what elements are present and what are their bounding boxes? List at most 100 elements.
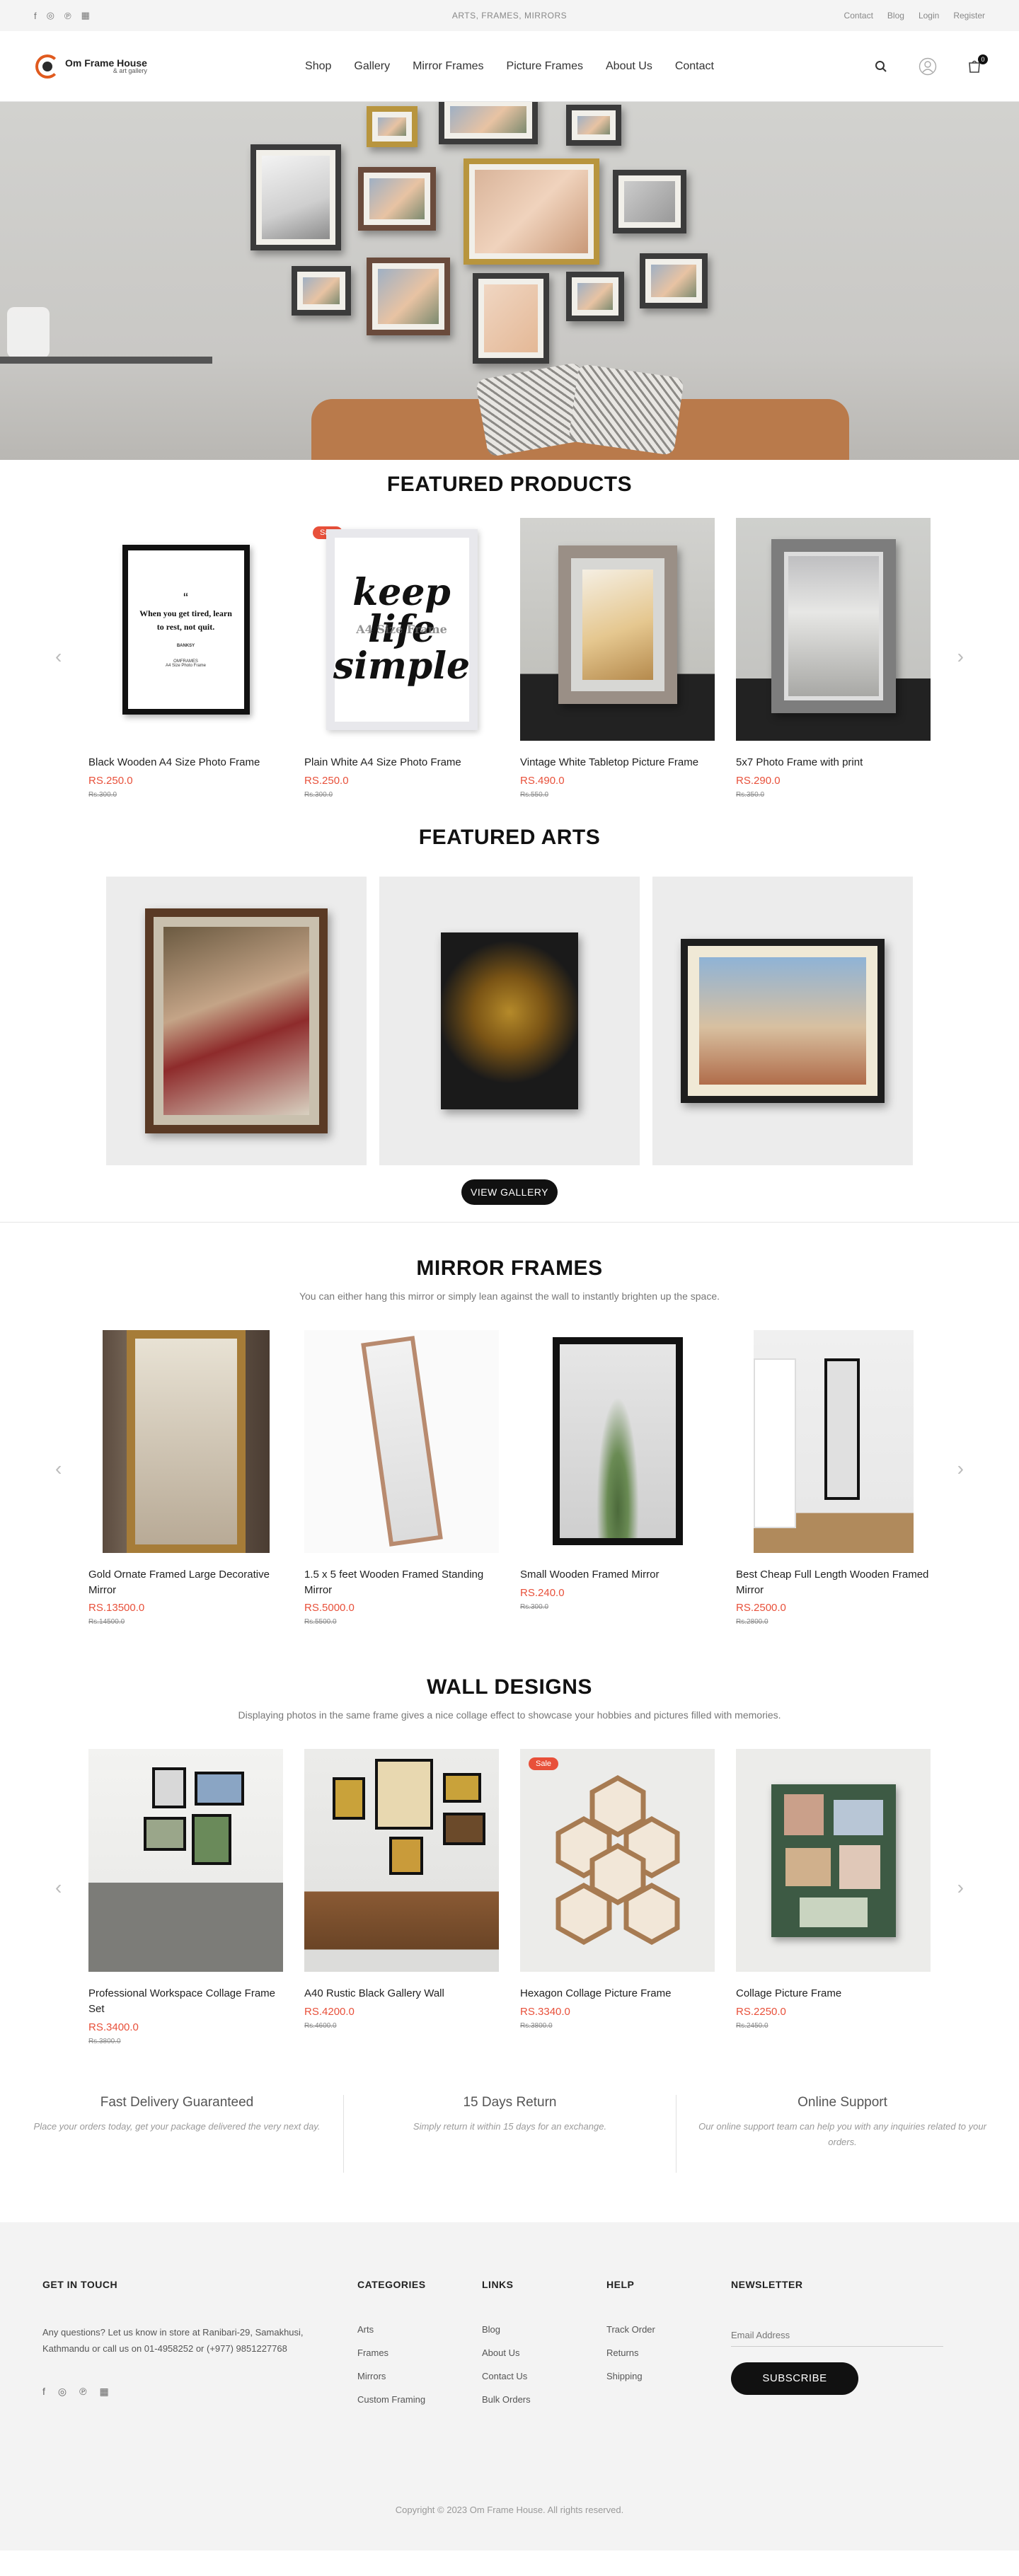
product-name[interactable]: Plain White A4 Size Photo Frame <box>304 755 499 770</box>
product-name[interactable]: Small Wooden Framed Mirror <box>520 1567 715 1583</box>
featured-products-title: FEATURED PRODUCTS <box>386 473 633 496</box>
product-card[interactable]: Collage Picture Frame RS.2250.0 Rs.2450.… <box>736 1749 931 2045</box>
hero-wall-frame <box>358 167 436 231</box>
product-name[interactable]: A40 Rustic Black Gallery Wall <box>304 1986 499 2002</box>
instagram-icon[interactable]: ◎ <box>47 10 54 21</box>
product-name[interactable]: Black Wooden A4 Size Photo Frame <box>88 755 283 770</box>
product-card[interactable]: “ When you get tired, learn to rest, not… <box>88 518 283 799</box>
product-card[interactable]: Sale Hexagon Collage Picture Frame RS.33… <box>520 1749 715 2045</box>
main-nav: Shop Gallery Mirror Frames Picture Frame… <box>305 60 714 73</box>
site-footer: GET IN TOUCH Any questions? Let us know … <box>0 2222 1019 2551</box>
product-image[interactable] <box>304 1329 499 1553</box>
product-name[interactable]: Gold Ornate Framed Large Decorative Mirr… <box>88 1567 283 1598</box>
product-card[interactable]: Gold Ornate Framed Large Decorative Mirr… <box>88 1329 283 1626</box>
product-image[interactable] <box>520 1329 715 1553</box>
subscribe-button[interactable]: SUBSCRIBE <box>731 2362 858 2395</box>
product-image[interactable] <box>88 1749 283 1973</box>
view-gallery-button[interactable]: VIEW GALLERY <box>461 1179 558 1205</box>
product-card[interactable]: 5x7 Photo Frame with print RS.290.0 Rs.3… <box>736 518 931 799</box>
product-name[interactable]: 5x7 Photo Frame with print <box>736 755 931 770</box>
nav-gallery[interactable]: Gallery <box>354 60 390 73</box>
product-image[interactable]: Sale keep life simple A4 Size Frame <box>304 518 499 741</box>
product-name[interactable]: Vintage White Tabletop Picture Frame <box>520 755 715 770</box>
facebook-icon[interactable]: f <box>34 11 37 21</box>
product-card[interactable]: 1.5 x 5 feet Wooden Framed Standing Mirr… <box>304 1329 499 1626</box>
newsletter-email-input[interactable] <box>731 2323 943 2347</box>
product-name[interactable]: Collage Picture Frame <box>736 1986 931 2002</box>
art-card[interactable] <box>652 876 913 1165</box>
product-image[interactable] <box>88 1329 283 1553</box>
feature-title: Fast Delivery Guaranteed <box>100 2094 254 2110</box>
top-link-contact[interactable]: Contact <box>844 11 873 21</box>
product-image[interactable] <box>736 518 931 741</box>
map-icon[interactable]: ▦ <box>99 2386 108 2398</box>
product-name[interactable]: Hexagon Collage Picture Frame <box>520 1986 715 2002</box>
carousel-next-arrow-icon[interactable]: › <box>957 1457 964 1480</box>
footer-link-about-us[interactable]: About Us <box>482 2347 606 2358</box>
product-name[interactable]: Professional Workspace Collage Frame Set <box>88 1986 283 2017</box>
feature-description: Our online support team can help you wit… <box>698 2120 986 2147</box>
footer-link-arts[interactable]: Arts <box>357 2324 482 2335</box>
hero-wall-frame <box>367 258 450 335</box>
pinterest-icon[interactable]: ℗ <box>79 2386 86 2398</box>
product-name[interactable]: Best Cheap Full Length Wooden Framed Mir… <box>736 1567 931 1598</box>
cart-icon[interactable]: 0 <box>965 54 988 76</box>
hero-pillow <box>568 364 684 456</box>
user-account-icon[interactable] <box>919 57 937 76</box>
carousel-prev-arrow-icon[interactable]: ‹ <box>55 645 62 668</box>
instagram-icon[interactable]: ◎ <box>58 2386 67 2398</box>
footer-link-returns[interactable]: Returns <box>606 2347 731 2358</box>
product-image[interactable] <box>304 1749 499 1973</box>
footer-link-blog[interactable]: Blog <box>482 2324 606 2335</box>
nav-about-us[interactable]: About Us <box>606 60 652 73</box>
nav-picture-frames[interactable]: Picture Frames <box>507 60 583 73</box>
logo[interactable]: Om Frame House & art gallery <box>35 54 177 79</box>
product-card[interactable]: Best Cheap Full Length Wooden Framed Mir… <box>736 1329 931 1626</box>
carousel-prev-arrow-icon[interactable]: ‹ <box>55 1876 62 1899</box>
facebook-icon[interactable]: f <box>42 2386 45 2398</box>
hero-wall-frame <box>251 144 341 250</box>
top-link-blog[interactable]: Blog <box>887 11 904 21</box>
hero-wall-frame <box>464 158 599 265</box>
pinterest-icon[interactable]: ℗ <box>64 11 71 21</box>
product-image[interactable]: Sale <box>520 1749 715 1973</box>
carousel-next-arrow-icon[interactable]: › <box>957 1876 964 1899</box>
footer-link-track-order[interactable]: Track Order <box>606 2324 731 2335</box>
product-card[interactable]: Professional Workspace Collage Frame Set… <box>88 1749 283 2045</box>
hero-wall-frame <box>367 106 418 147</box>
footer-link-mirrors[interactable]: Mirrors <box>357 2371 482 2381</box>
top-links: Contact Blog Login Register <box>844 11 985 21</box>
product-card[interactable]: Vintage White Tabletop Picture Frame RS.… <box>520 518 715 799</box>
map-icon[interactable]: ▦ <box>81 10 90 21</box>
nav-shop[interactable]: Shop <box>305 60 331 73</box>
top-link-login[interactable]: Login <box>919 11 939 21</box>
product-price: RS.5000.0 <box>304 1602 355 1615</box>
footer-link-contact-us[interactable]: Contact Us <box>482 2371 606 2381</box>
product-card[interactable]: Small Wooden Framed Mirror RS.240.0 Rs.3… <box>520 1329 715 1627</box>
carousel-next-arrow-icon[interactable]: › <box>957 645 964 668</box>
footer-link-frames[interactable]: Frames <box>357 2347 482 2358</box>
product-image[interactable] <box>736 1749 931 1973</box>
product-image[interactable] <box>736 1329 931 1553</box>
product-name[interactable]: 1.5 x 5 feet Wooden Framed Standing Mirr… <box>304 1567 499 1598</box>
art-card[interactable] <box>106 876 367 1165</box>
footer-link-shipping[interactable]: Shipping <box>606 2371 731 2381</box>
top-link-register[interactable]: Register <box>953 11 985 21</box>
copyright-text: Copyright © 2023 Om Frame House. All rig… <box>395 2504 624 2515</box>
nav-mirror-frames[interactable]: Mirror Frames <box>413 60 483 73</box>
product-image[interactable]: “ When you get tired, learn to rest, not… <box>88 518 283 741</box>
carousel-prev-arrow-icon[interactable]: ‹ <box>55 1457 62 1480</box>
nav-contact[interactable]: Contact <box>675 60 714 73</box>
feature-item: Online Support Our online support team c… <box>676 2094 1008 2173</box>
search-icon[interactable] <box>872 57 890 76</box>
product-card[interactable]: Sale keep life simple A4 Size Frame Plai… <box>304 518 499 799</box>
sale-badge: Sale <box>529 1757 559 1771</box>
product-image[interactable] <box>520 518 715 741</box>
art-card[interactable] <box>379 876 640 1165</box>
product-card[interactable]: A40 Rustic Black Gallery Wall RS.4200.0 … <box>304 1749 499 2045</box>
product-price: RS.3400.0 <box>88 2021 139 2033</box>
hero-wall-frame <box>439 102 538 144</box>
hexagon-collage-graphic <box>555 1774 679 1945</box>
footer-link-bulk-orders[interactable]: Bulk Orders <box>482 2394 606 2405</box>
footer-link-custom-framing[interactable]: Custom Framing <box>357 2394 482 2405</box>
